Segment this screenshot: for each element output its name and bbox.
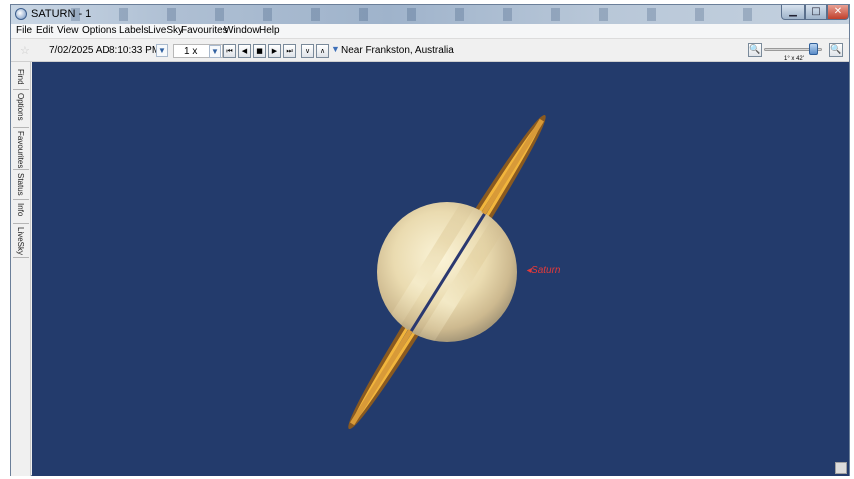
speed-dropdown-button[interactable]: ▼	[209, 45, 221, 58]
menu-options[interactable]: Options	[82, 25, 116, 36]
speed-value: 1 x	[184, 46, 198, 57]
menu-labels[interactable]: Labels	[119, 25, 148, 36]
chevron-down-icon[interactable]: ▼	[331, 44, 340, 54]
tab-options[interactable]: Options	[13, 90, 29, 128]
look-down-button[interactable]: ∨	[301, 44, 314, 58]
skip-forward-button[interactable]: ⏭	[283, 44, 296, 58]
location-label[interactable]: Near Frankston, Australia	[341, 45, 454, 56]
menu-view[interactable]: View	[57, 25, 79, 36]
zoom-slider-thumb[interactable]	[809, 43, 819, 55]
play-button[interactable]: ▶	[268, 44, 281, 58]
toolbar: ☆ 7/02/2025 AD 8:10:33 PM ▼ 1 x ▼ ⏮ ◀ ■ …	[11, 40, 849, 62]
zoom-in-button[interactable]: 🔍	[829, 43, 843, 57]
time-dropdown-button[interactable]: ▼	[156, 44, 168, 57]
planet-icon[interactable]	[15, 8, 27, 20]
saturn-label[interactable]: ◂Saturn	[526, 265, 560, 276]
side-tab-strip: Find Options Favourites Status Info Live…	[11, 62, 31, 476]
minimize-button[interactable]: ▁	[781, 5, 805, 20]
menu-livesky[interactable]: LiveSky	[148, 25, 183, 36]
stop-button[interactable]: ■	[253, 44, 266, 58]
zoom-out-button[interactable]: 🔍	[748, 43, 762, 57]
tab-status[interactable]: Status	[13, 170, 29, 200]
menu-edit[interactable]: Edit	[36, 25, 53, 36]
tab-info[interactable]: Info	[13, 200, 29, 224]
resize-grip[interactable]	[835, 462, 847, 474]
saturn-graphic	[347, 114, 547, 430]
tab-livesky[interactable]: LiveSky	[13, 224, 29, 258]
tab-find[interactable]: Find	[13, 66, 29, 90]
close-button[interactable]: ✕	[827, 5, 849, 20]
window-title: SATURN - 1	[31, 8, 92, 20]
menu-file[interactable]: File	[16, 25, 32, 36]
look-up-button[interactable]: ∧	[316, 44, 329, 58]
title-bar-reflection	[71, 8, 771, 21]
step-back-button[interactable]: ◀	[238, 44, 251, 58]
menu-favourites[interactable]: Favourites	[181, 25, 228, 36]
tab-favourites[interactable]: Favourites	[13, 128, 29, 170]
app-window: SATURN - 1 ▁ □ ✕ File Edit View Options …	[10, 4, 850, 476]
sky-view[interactable]: ◂Saturn	[32, 62, 849, 476]
maximize-button[interactable]: □	[805, 5, 827, 20]
time-field[interactable]: 8:10:33 PM	[109, 45, 160, 56]
title-bar[interactable]: SATURN - 1 ▁ □ ✕	[11, 5, 849, 24]
skip-back-button[interactable]: ⏮	[223, 44, 236, 58]
menu-help[interactable]: Help	[259, 25, 280, 36]
menu-window[interactable]: Window	[224, 25, 260, 36]
menu-bar: File Edit View Options Labels LiveSky Fa…	[11, 24, 849, 39]
star-icon[interactable]: ☆	[20, 44, 30, 57]
date-field[interactable]: 7/02/2025 AD	[49, 45, 110, 56]
